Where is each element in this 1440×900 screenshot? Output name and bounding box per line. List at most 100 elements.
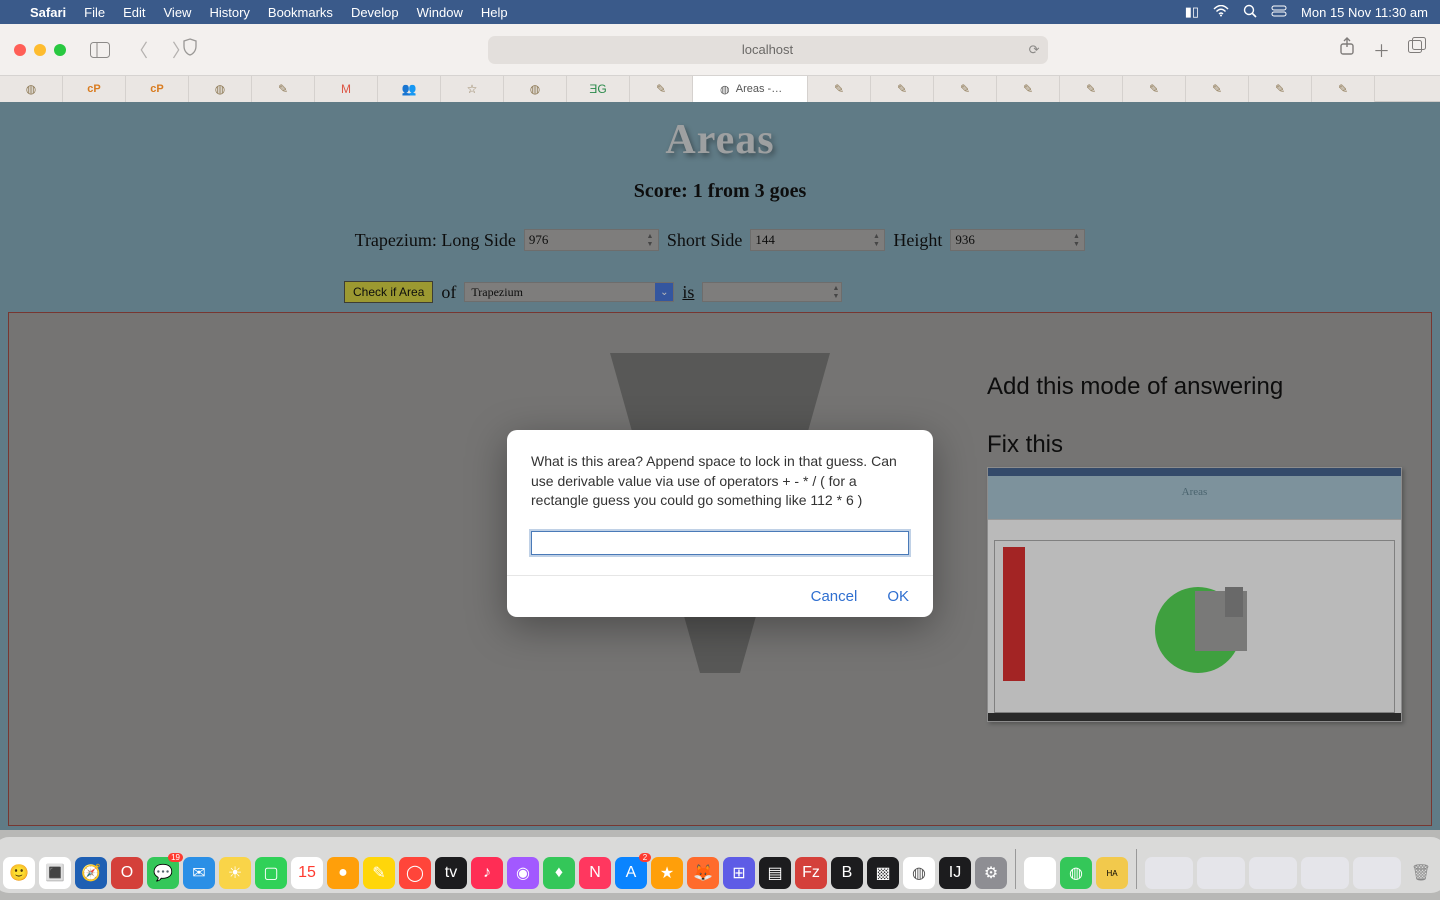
- dock-trash-icon[interactable]: 🗑: [1405, 857, 1437, 889]
- browser-tab[interactable]: ✎: [1123, 76, 1186, 102]
- dock-app-launchpad[interactable]: 🔳: [39, 857, 71, 889]
- browser-tab[interactable]: ƎG: [567, 76, 630, 102]
- browser-tab[interactable]: ◍: [189, 76, 252, 102]
- reload-icon[interactable]: ⟳: [1029, 42, 1040, 58]
- favicon-icon: ◍: [24, 82, 38, 96]
- pencil-icon: ✎: [832, 82, 846, 96]
- menubar-clock[interactable]: Mon 15 Nov 11:30 am: [1301, 5, 1428, 20]
- new-tab-icon[interactable]: ＋: [1373, 37, 1390, 62]
- browser-tab[interactable]: ✎: [871, 76, 934, 102]
- menu-develop[interactable]: Develop: [351, 5, 399, 20]
- dock-app[interactable]: ◍: [1060, 857, 1092, 889]
- browser-tab[interactable]: ✎: [252, 76, 315, 102]
- dock-recent-thumbnail[interactable]: [1301, 857, 1349, 889]
- tab-strip: ◍ cP cP ◍ ✎ M 👥 ☆ ◍ ƎG ✎ ◍ Areas -… ✎ ✎ …: [0, 76, 1440, 102]
- sidebar-toggle-icon[interactable]: [88, 40, 112, 60]
- app-menu[interactable]: Safari: [30, 5, 66, 20]
- dock-app[interactable]: ▤: [759, 857, 791, 889]
- dock-app[interactable]: ☀︎: [219, 857, 251, 889]
- menu-view[interactable]: View: [164, 5, 192, 20]
- dock-recent-thumbnail[interactable]: [1249, 857, 1297, 889]
- browser-tab[interactable]: ✎: [1060, 76, 1123, 102]
- url-text: localhost: [742, 42, 793, 57]
- browser-tab[interactable]: ☆: [441, 76, 504, 102]
- dock-app-appstore[interactable]: A2: [615, 857, 647, 889]
- browser-tab[interactable]: ✎: [1186, 76, 1249, 102]
- prompt-input[interactable]: [531, 531, 909, 555]
- menu-window[interactable]: Window: [417, 5, 463, 20]
- dock-app-facetime[interactable]: ▢: [255, 857, 287, 889]
- dock-recent-thumbnail[interactable]: [1145, 857, 1193, 889]
- zoom-window-button[interactable]: [54, 44, 66, 56]
- dock-app-terminal[interactable]: ▩: [867, 857, 899, 889]
- safari-toolbar: 〈 〉 localhost ⟳ ＋: [0, 24, 1440, 76]
- browser-tab[interactable]: ◍: [504, 76, 567, 102]
- tab-overview-icon[interactable]: [1408, 37, 1426, 62]
- dock-app-calendar[interactable]: 15: [291, 857, 323, 889]
- pencil-icon: ✎: [895, 82, 909, 96]
- dock-app-settings[interactable]: ⚙︎: [975, 857, 1007, 889]
- dock-app-intellij[interactable]: IJ: [939, 857, 971, 889]
- back-button[interactable]: 〈: [124, 37, 154, 63]
- dock-app-news[interactable]: N: [579, 857, 611, 889]
- prompt-ok-button[interactable]: OK: [887, 588, 909, 605]
- dock-app[interactable]: ◯: [399, 857, 431, 889]
- dock-app-firefox[interactable]: 🦊: [687, 857, 719, 889]
- menu-bookmarks[interactable]: Bookmarks: [268, 5, 333, 20]
- pencil-icon: ✎: [958, 82, 972, 96]
- dock-app[interactable]: ♦︎: [543, 857, 575, 889]
- menu-history[interactable]: History: [209, 5, 249, 20]
- macos-dock: 🙂 🔳 🧭 O 💬19 ✉︎ ☀︎ ▢ 15 ● ✎ ◯ tv ♪ ◉ ♦︎ N…: [0, 837, 1440, 893]
- dock-app-safari[interactable]: 🧭: [75, 857, 107, 889]
- dock-app[interactable]: HA: [1096, 857, 1128, 889]
- close-window-button[interactable]: [14, 44, 26, 56]
- menu-edit[interactable]: Edit: [123, 5, 145, 20]
- browser-tab[interactable]: cP: [126, 76, 189, 102]
- prompt-dialog: What is this area? Append space to lock …: [507, 430, 933, 617]
- dock-app-opera[interactable]: O: [111, 857, 143, 889]
- pencil-icon: ✎: [1210, 82, 1224, 96]
- prompt-cancel-button[interactable]: Cancel: [811, 588, 858, 605]
- browser-tab[interactable]: 👥: [378, 76, 441, 102]
- browser-tab[interactable]: ✎: [934, 76, 997, 102]
- dock-app-filezilla[interactable]: Fz: [795, 857, 827, 889]
- pencil-icon: ✎: [1147, 82, 1161, 96]
- dock-divider: [1136, 849, 1137, 889]
- dock-app[interactable]: ★: [651, 857, 683, 889]
- dock-app[interactable]: B: [831, 857, 863, 889]
- dock-app-podcasts[interactable]: ◉: [507, 857, 539, 889]
- dock-app-mamp[interactable]: ◍: [903, 857, 935, 889]
- browser-tab[interactable]: ◍: [0, 76, 63, 102]
- privacy-shield-icon[interactable]: [182, 38, 198, 61]
- favicon-icon: ◍: [528, 82, 542, 96]
- browser-tab-active[interactable]: ◍ Areas -…: [693, 76, 808, 102]
- browser-tab[interactable]: ✎: [808, 76, 871, 102]
- control-center-icon[interactable]: [1271, 5, 1287, 20]
- browser-tab[interactable]: ✎: [997, 76, 1060, 102]
- dock-app-messages[interactable]: 💬19: [147, 857, 179, 889]
- browser-tab[interactable]: ✎: [630, 76, 693, 102]
- dock-app-chrome[interactable]: ◉: [1024, 857, 1056, 889]
- browser-tab[interactable]: cP: [63, 76, 126, 102]
- menu-help[interactable]: Help: [481, 5, 508, 20]
- dock-recent-thumbnail[interactable]: [1353, 857, 1401, 889]
- dock-app-music[interactable]: ♪: [471, 857, 503, 889]
- dock-app[interactable]: ⊞: [723, 857, 755, 889]
- spotlight-icon[interactable]: [1243, 4, 1257, 21]
- dock-recent-thumbnail[interactable]: [1197, 857, 1245, 889]
- browser-tab[interactable]: ✎: [1312, 76, 1375, 102]
- pencil-icon: ✎: [654, 82, 668, 96]
- dock-app-finder[interactable]: 🙂: [3, 857, 35, 889]
- favicon-icon: 👥: [402, 82, 416, 96]
- dock-app-notes[interactable]: ✎: [363, 857, 395, 889]
- dock-app-mail[interactable]: ✉︎: [183, 857, 215, 889]
- minimize-window-button[interactable]: [34, 44, 46, 56]
- url-bar[interactable]: localhost ⟳: [488, 36, 1048, 64]
- pencil-icon: ✎: [1084, 82, 1098, 96]
- browser-tab[interactable]: ✎: [1249, 76, 1312, 102]
- browser-tab[interactable]: M: [315, 76, 378, 102]
- share-icon[interactable]: [1339, 37, 1355, 62]
- dock-app[interactable]: ●: [327, 857, 359, 889]
- dock-app-tv[interactable]: tv: [435, 857, 467, 889]
- menu-file[interactable]: File: [84, 5, 105, 20]
